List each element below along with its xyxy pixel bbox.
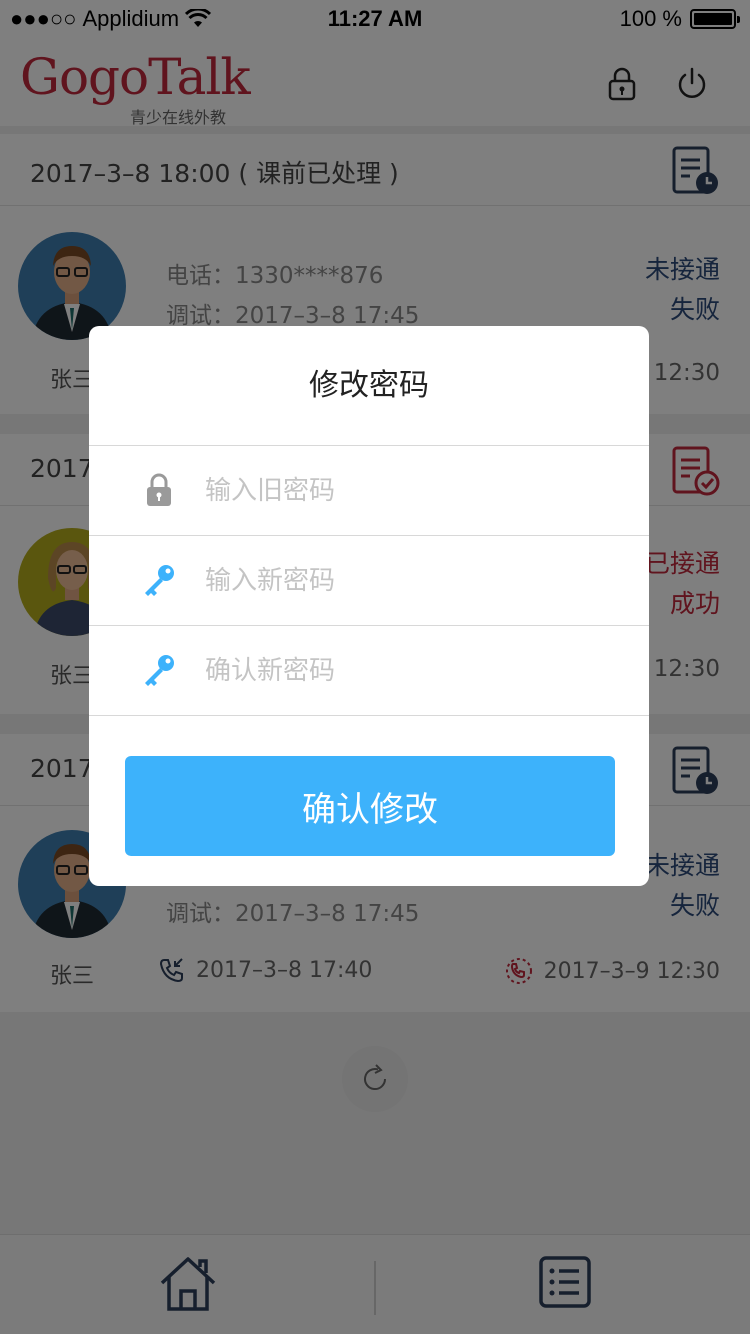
- change-password-dialog: 修改密码 确认修改: [89, 326, 649, 886]
- key-icon: [145, 565, 174, 596]
- confirm-change-button[interactable]: 确认修改: [125, 756, 615, 856]
- new-password-input[interactable]: [205, 554, 605, 608]
- lock-icon: [147, 473, 171, 506]
- confirm-password-input[interactable]: [205, 644, 605, 698]
- old-password-field[interactable]: [89, 446, 649, 536]
- confirm-password-field[interactable]: [89, 626, 649, 716]
- new-password-field[interactable]: [89, 536, 649, 626]
- key-icon: [145, 655, 174, 686]
- dialog-title: 修改密码: [89, 326, 649, 446]
- old-password-input[interactable]: [205, 464, 605, 518]
